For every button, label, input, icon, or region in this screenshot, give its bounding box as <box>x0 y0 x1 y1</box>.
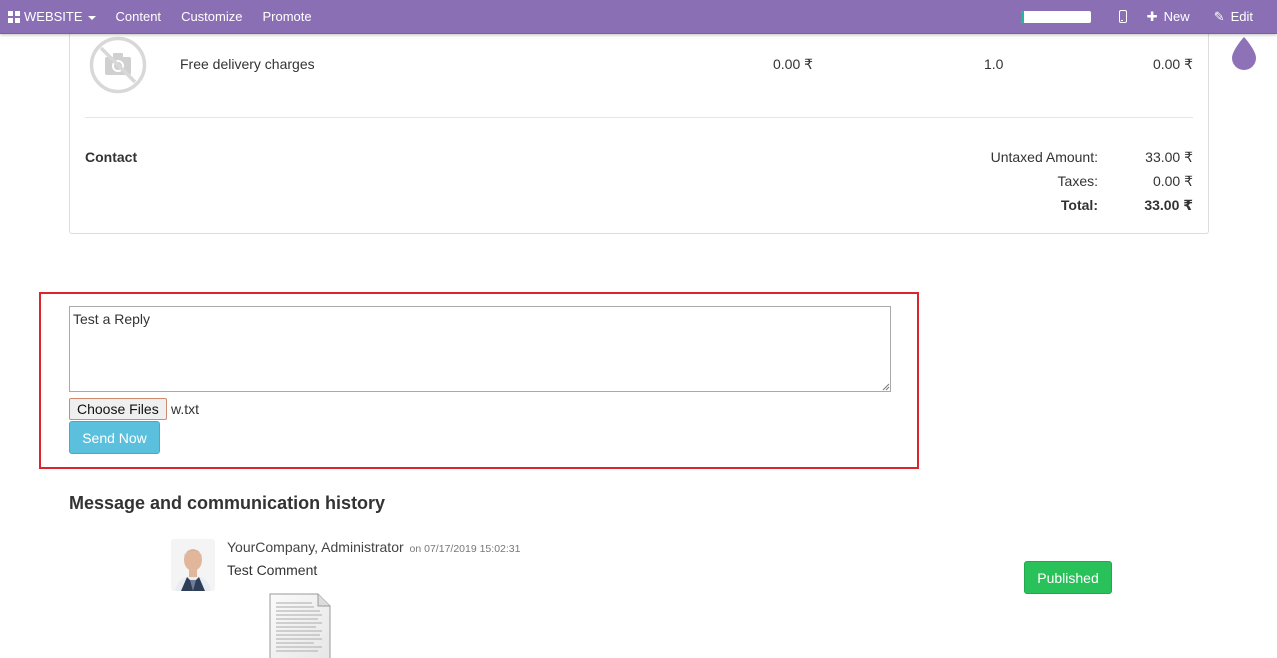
menu-content[interactable]: Content <box>106 0 172 33</box>
theme-droplet-icon[interactable] <box>1230 36 1258 72</box>
contact-heading: Contact <box>85 149 138 165</box>
progress-bar[interactable] <box>1020 10 1091 23</box>
website-menu-button[interactable]: WEBSITE <box>0 0 106 33</box>
untaxed-amount-value: 33.00 ₹ <box>1145 149 1193 165</box>
message-author: YourCompany, Administrator on 07/17/2019… <box>227 539 520 555</box>
author-name: YourCompany, Administrator <box>227 539 404 555</box>
plus-icon: ✚ <box>1146 8 1158 24</box>
menu-customize[interactable]: Customize <box>171 0 252 33</box>
taxes-label: Taxes: <box>1057 173 1098 189</box>
navbar-left-menu: WEBSITE Content Customize Promote <box>0 0 322 33</box>
user-avatar <box>171 539 215 591</box>
caret-down-icon <box>87 15 96 20</box>
quantity: 1.0 <box>984 56 1004 72</box>
mobile-preview-icon[interactable] <box>1118 10 1127 23</box>
product-name: Free delivery charges <box>180 56 315 72</box>
total-value: 33.00 ₹ <box>1144 197 1193 213</box>
resize-handle-icon[interactable] <box>882 383 890 391</box>
website-menu-label: WEBSITE <box>24 9 83 24</box>
message-body: Test Comment <box>227 562 318 578</box>
reply-textarea[interactable]: Test a Reply <box>69 306 891 392</box>
message-date: on 07/17/2019 15:02:31 <box>409 543 521 555</box>
send-now-button[interactable]: Send Now <box>69 421 160 454</box>
history-heading: Message and communication history <box>69 493 386 513</box>
text-file-icon[interactable] <box>268 593 332 658</box>
taxes-value: 0.00 ₹ <box>1152 173 1193 189</box>
progress-fill <box>1020 10 1025 23</box>
divider <box>85 117 1193 118</box>
choose-files-button[interactable]: Choose Files <box>69 398 167 420</box>
edit-label: Edit <box>1230 9 1253 24</box>
no-image-camera-icon <box>89 36 147 94</box>
grid-icon <box>8 10 20 23</box>
reply-form: Test a Reply Choose Files w.txt Send Now <box>39 292 919 469</box>
line-subtotal: 0.00 ₹ <box>1152 56 1193 72</box>
selected-file-name: w.txt <box>171 401 200 417</box>
new-label: New <box>1163 9 1190 24</box>
edit-button[interactable]: ✎ Edit <box>1214 9 1253 25</box>
total-label: Total: <box>1060 197 1098 213</box>
published-toggle-button[interactable]: Published <box>1024 561 1112 594</box>
pencil-icon: ✎ <box>1213 8 1225 24</box>
top-navbar: WEBSITE Content Customize Promote ✚ New … <box>0 0 1277 34</box>
new-button[interactable]: ✚ New <box>1147 9 1190 25</box>
navbar-right-menu: ✚ New ✎ Edit <box>1020 0 1277 33</box>
untaxed-amount-label: Untaxed Amount: <box>990 149 1098 165</box>
order-card: Free delivery charges 0.00 ₹ 1.0 0.00 ₹ … <box>69 20 1209 234</box>
unit-price: 0.00 ₹ <box>773 56 814 72</box>
menu-promote[interactable]: Promote <box>252 0 321 33</box>
